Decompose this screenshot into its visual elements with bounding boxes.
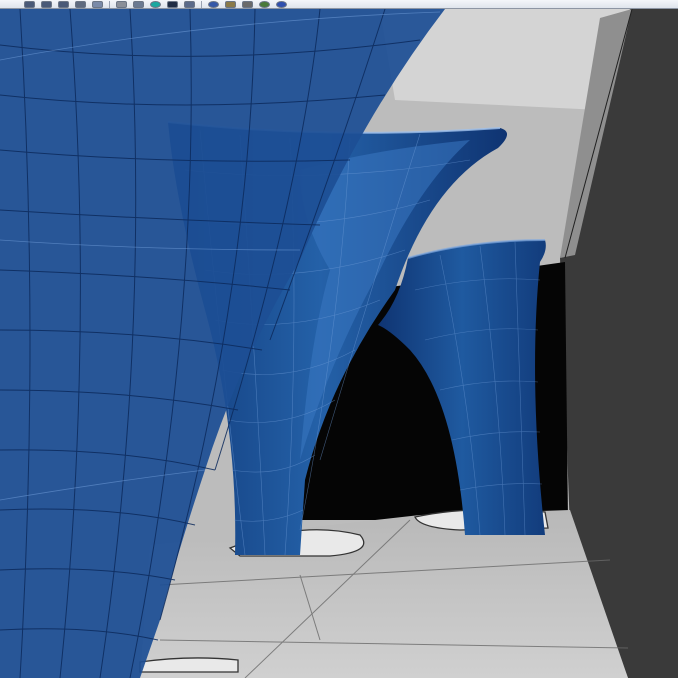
viewport-scene	[0, 9, 678, 678]
3d-viewport[interactable]	[0, 9, 678, 678]
toolbar-separator	[201, 0, 202, 8]
layer-icon[interactable]	[225, 0, 236, 8]
shaded-icon[interactable]	[167, 0, 178, 8]
help-icon[interactable]	[276, 0, 287, 8]
toolbar-separator	[109, 0, 110, 8]
polyline-icon[interactable]	[58, 0, 69, 8]
pointer-icon[interactable]	[24, 0, 35, 8]
curve-tool-icon[interactable]	[41, 0, 52, 8]
sphere-render-icon[interactable]	[150, 0, 161, 8]
transform-icon[interactable]	[133, 0, 144, 8]
environment-icon[interactable]	[208, 0, 219, 8]
material-icon[interactable]	[184, 0, 195, 8]
surface-icon[interactable]	[92, 0, 103, 8]
rectangle-icon[interactable]	[75, 0, 86, 8]
solid-icon[interactable]	[116, 0, 127, 8]
render-sphere-icon[interactable]	[259, 0, 270, 8]
toolbar	[0, 0, 678, 9]
properties-icon[interactable]	[242, 0, 253, 8]
